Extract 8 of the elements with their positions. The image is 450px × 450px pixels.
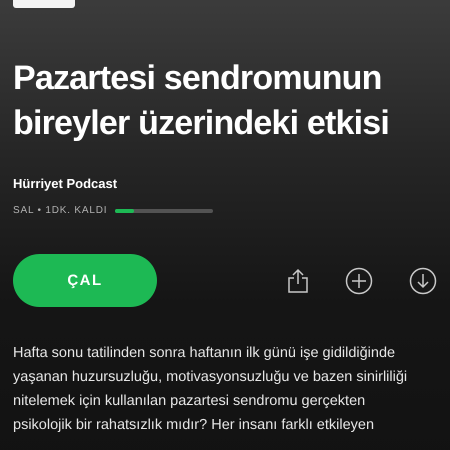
download-icon[interactable] — [409, 266, 437, 294]
podcast-name[interactable]: Hürriyet Podcast — [13, 176, 437, 191]
episode-description: Hafta sonu tatilinden sonra haftanın ilk günü işe gidildiğinde yaşanan huzursuzluğu, motivasyonsuzluğu ve bazen sinirliliği nitelemek için kullanılan pazartesi sendromu gerçekten psikolojik bir rahatsızlık mıdır? Her insanı farklı etkileyen — [13, 344, 408, 435]
cover-art — [13, 0, 75, 8]
episode-title: Pazartesi sendromunun bireyler üzerindeki etkisi — [13, 58, 390, 144]
share-icon[interactable] — [287, 268, 309, 294]
add-icon[interactable] — [345, 266, 373, 294]
episode-meta: SAL • 1DK. KALDI — [13, 205, 108, 216]
